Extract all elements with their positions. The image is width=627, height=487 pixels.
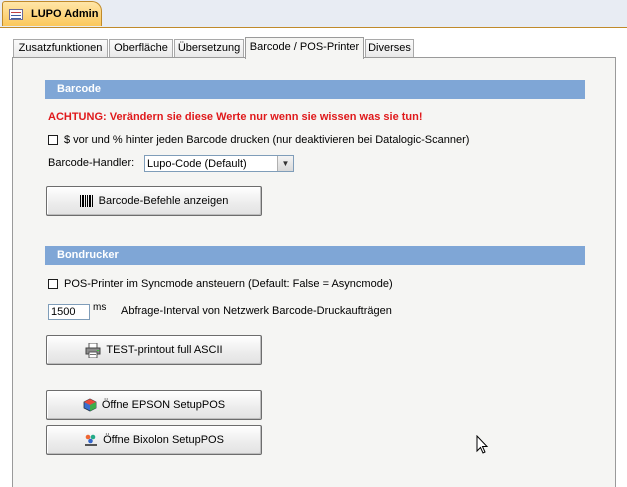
- tab-panel: Barcode ACHTUNG: Verändern sie diese Wer…: [12, 57, 616, 487]
- mouse-cursor-icon: [476, 434, 490, 458]
- barcode-handler-select[interactable]: Lupo-Code (Default) ▼: [144, 155, 294, 172]
- doc-tab-label: LUPO Admin: [31, 8, 99, 20]
- epson-setup-icon: [83, 398, 97, 412]
- printer-icon: [85, 342, 101, 358]
- open-epson-setup-button[interactable]: Öffne EPSON SetupPOS: [46, 390, 262, 420]
- barcode-handler-label: Barcode-Handler:: [48, 157, 135, 169]
- bixolon-setup-icon: [84, 433, 98, 447]
- tab-zusatzfunktionen[interactable]: Zusatzfunktionen: [13, 39, 108, 57]
- document-tab-strip: LUPO Admin: [0, 0, 627, 28]
- dollar-percent-checkbox[interactable]: [48, 135, 58, 145]
- interval-input[interactable]: 1500: [48, 304, 90, 320]
- form-icon: [9, 8, 23, 20]
- test-printout-button[interactable]: TEST-printout full ASCII: [46, 335, 262, 365]
- tab-oberflaeche[interactable]: Oberfläche: [109, 39, 173, 57]
- dollar-percent-checkbox-label: $ vor und % hinter jeden Barcode drucken…: [64, 134, 470, 146]
- syncmode-checkbox-label: POS-Printer im Syncmode ansteuern (Defau…: [64, 278, 393, 290]
- open-epson-setup-label: Öffne EPSON SetupPOS: [101, 399, 226, 411]
- barcode-commands-label: Barcode-Befehle anzeigen: [98, 195, 229, 207]
- tab-barcode-pos-printer[interactable]: Barcode / POS-Printer: [245, 37, 364, 59]
- interval-label: Abfrage-Interval von Netzwerk Barcode-Dr…: [121, 305, 392, 317]
- doc-tab-lupo-admin[interactable]: LUPO Admin: [2, 1, 102, 26]
- test-printout-label: TEST-printout full ASCII: [106, 344, 223, 356]
- barcode-warning: ACHTUNG: Verändern sie diese Werte nur w…: [48, 111, 423, 123]
- bondrucker-section-header: Bondrucker: [45, 246, 585, 265]
- tab-diverses[interactable]: Diverses: [365, 39, 414, 57]
- form-body: Zusatzfunktionen Oberfläche Übersetzung …: [0, 28, 627, 487]
- dollar-percent-checkbox-row[interactable]: $ vor und % hinter jeden Barcode drucken…: [48, 134, 469, 146]
- barcode-commands-button[interactable]: Barcode-Befehle anzeigen: [46, 186, 262, 216]
- barcode-section-header: Barcode: [45, 80, 585, 99]
- barcode-handler-value: Lupo-Code (Default): [147, 157, 247, 170]
- syncmode-checkbox-row[interactable]: POS-Printer im Syncmode ansteuern (Defau…: [48, 278, 393, 290]
- chevron-down-icon[interactable]: ▼: [277, 156, 293, 171]
- syncmode-checkbox[interactable]: [48, 279, 58, 289]
- open-bixolon-setup-label: Öffne Bixolon SetupPOS: [103, 434, 224, 446]
- barcode-icon: [79, 195, 94, 207]
- open-bixolon-setup-button[interactable]: Öffne Bixolon SetupPOS: [46, 425, 262, 455]
- tab-uebersetzung[interactable]: Übersetzung: [174, 39, 244, 57]
- interval-unit: ms: [93, 302, 107, 313]
